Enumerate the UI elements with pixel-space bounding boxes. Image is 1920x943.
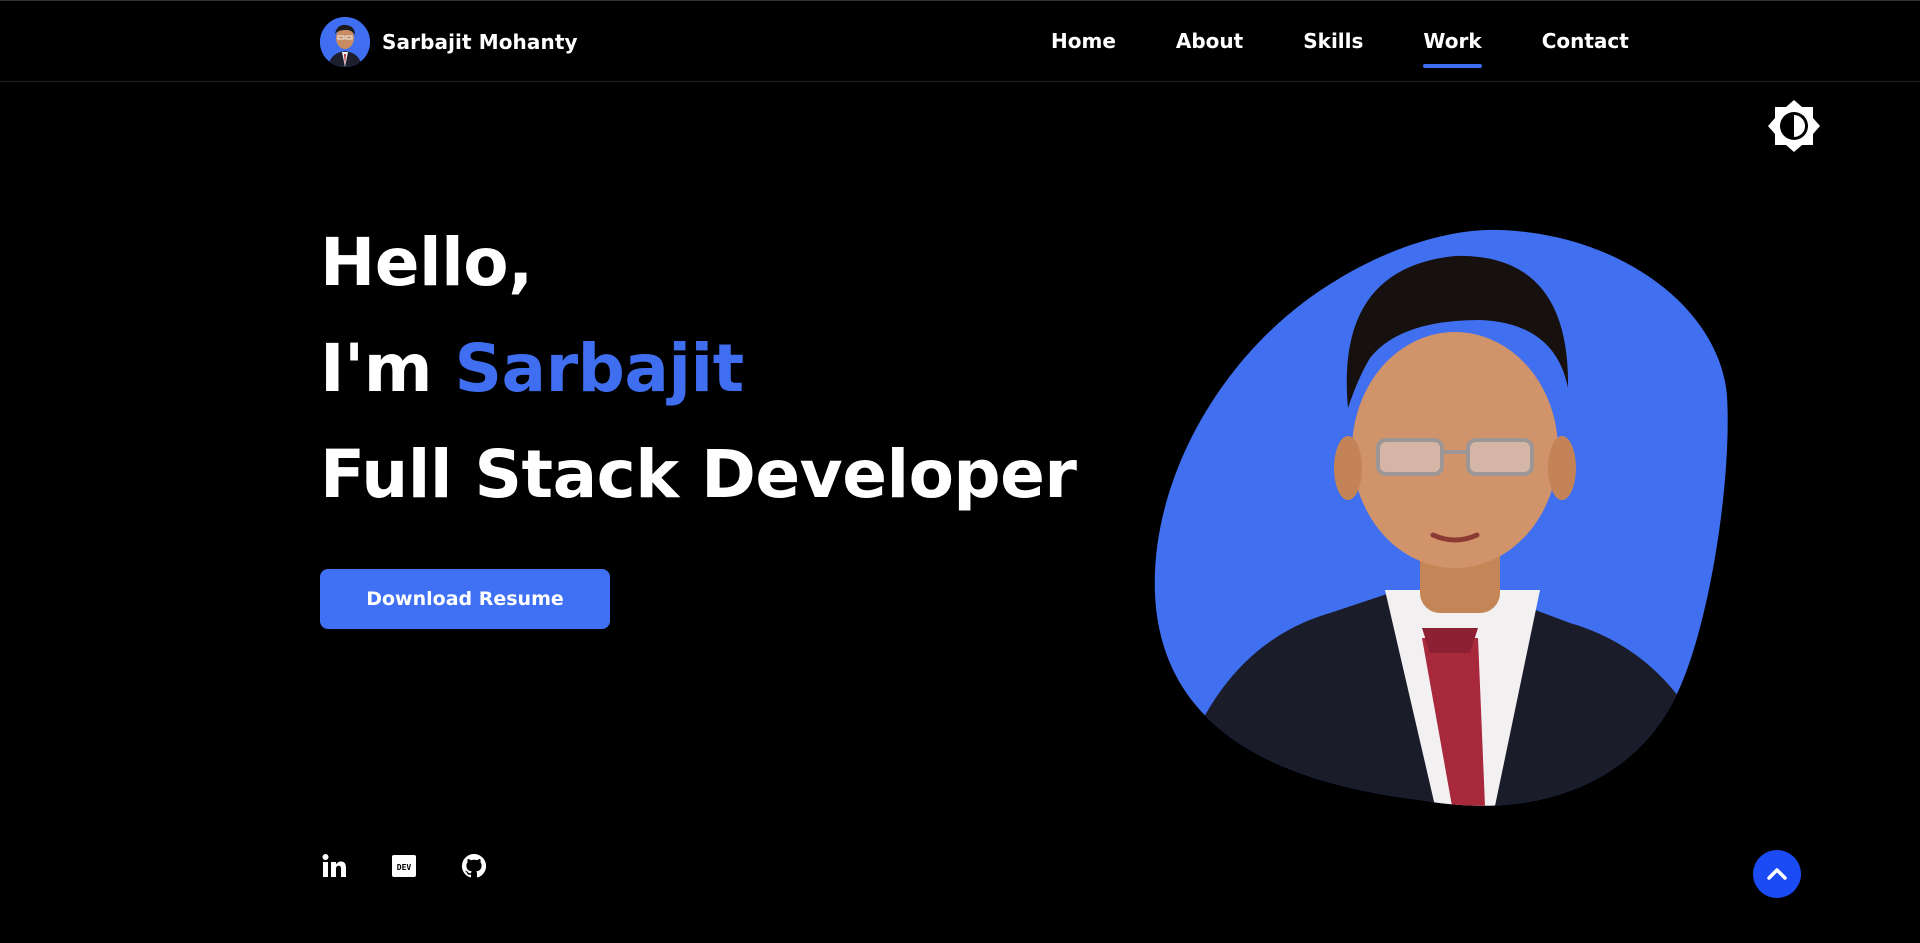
- theme-toggle-button[interactable]: [1766, 98, 1822, 154]
- theme-toggle-icon: [1768, 100, 1820, 152]
- nav-link-home[interactable]: Home: [1051, 29, 1116, 71]
- linkedin-icon: [322, 854, 346, 877]
- hero-intro-prefix: I'm: [320, 330, 455, 407]
- hero-role: Full Stack Developer: [320, 436, 1077, 513]
- navbar: Sarbajit Mohanty Home About Skills Work …: [0, 0, 1920, 82]
- github-link[interactable]: [460, 852, 488, 880]
- dev-icon-text: DEV: [397, 863, 412, 872]
- nav-link-skills[interactable]: Skills: [1303, 29, 1363, 71]
- linkedin-link[interactable]: [320, 852, 348, 880]
- main-nav: Home About Skills Work Contact: [1051, 29, 1629, 71]
- nav-link-contact[interactable]: Contact: [1542, 29, 1629, 71]
- download-resume-button[interactable]: Download Resume: [320, 569, 610, 629]
- nav-link-about[interactable]: About: [1176, 29, 1243, 71]
- hero-intro-line: I'm Sarbajit: [320, 316, 1076, 422]
- hero-intro: Hello, I'm Sarbajit Full Stack Developer: [320, 210, 1077, 528]
- dev-link[interactable]: DEV: [390, 852, 418, 880]
- hero-greeting: Hello,: [320, 224, 533, 301]
- chevron-up-icon: [1767, 868, 1787, 880]
- scroll-to-top-button[interactable]: [1753, 850, 1801, 898]
- hero-name: Sarbajit: [454, 330, 745, 407]
- social-links: DEV: [320, 852, 488, 880]
- github-icon: [461, 853, 487, 878]
- avatar: [320, 17, 370, 67]
- brand[interactable]: Sarbajit Mohanty: [320, 17, 578, 67]
- dev-icon: DEV: [392, 855, 416, 877]
- profile-photo: [1150, 228, 1730, 806]
- brand-name: Sarbajit Mohanty: [382, 30, 578, 54]
- nav-link-work[interactable]: Work: [1423, 29, 1482, 71]
